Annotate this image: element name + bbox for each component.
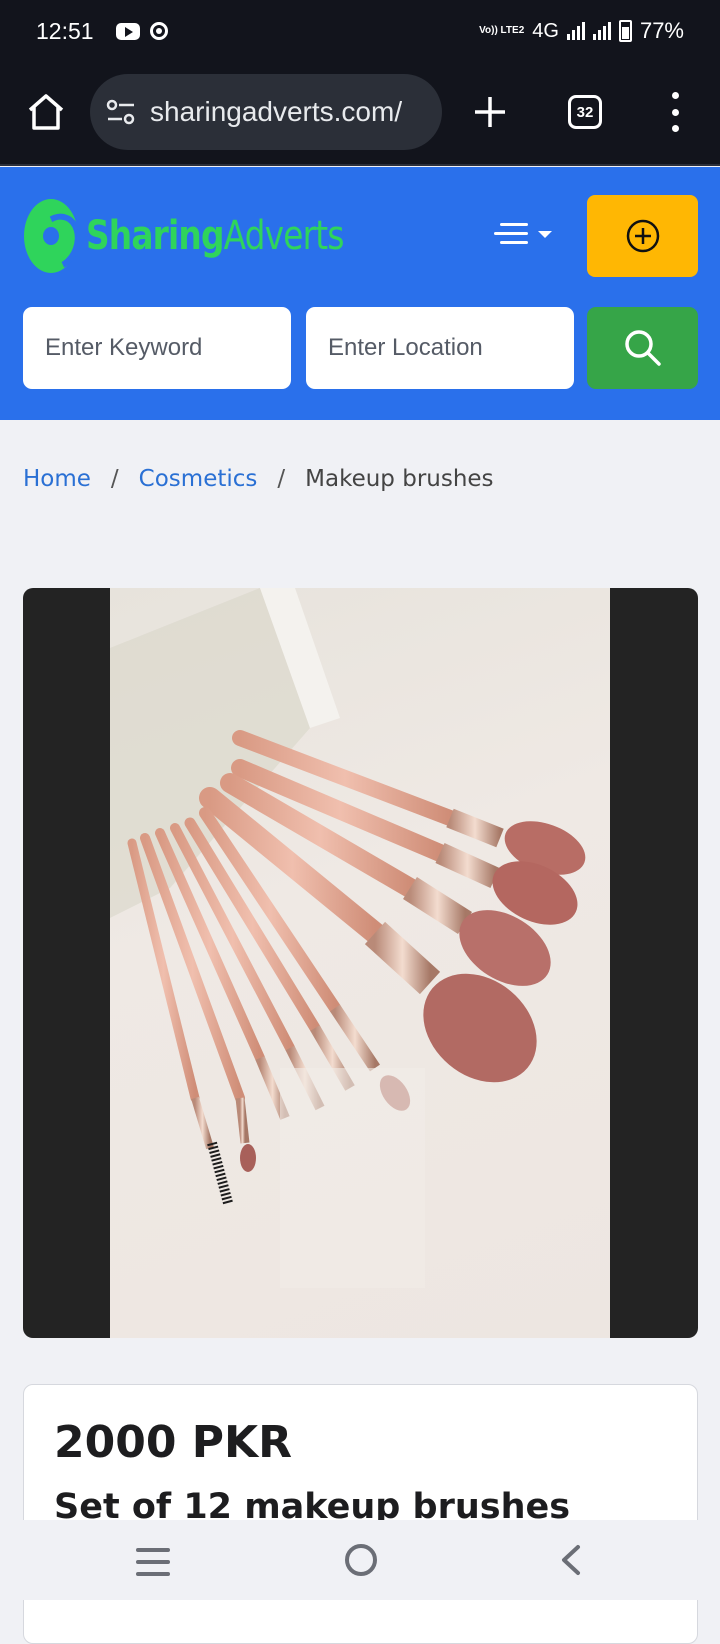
nav-menu-toggle[interactable] bbox=[494, 219, 560, 249]
breadcrumb-separator: / bbox=[110, 466, 119, 492]
overflow-menu-icon[interactable] bbox=[665, 92, 685, 132]
product-photo[interactable] bbox=[110, 588, 610, 1338]
battery-icon bbox=[618, 20, 632, 42]
network-type: 4G bbox=[532, 19, 559, 42]
breadcrumb: Home / Cosmetics / Makeup brushes bbox=[23, 466, 494, 492]
logo-icon bbox=[24, 199, 78, 273]
notification-icons bbox=[115, 22, 168, 40]
back-icon[interactable] bbox=[556, 1544, 586, 1576]
status-indicators: Vo)) LTE2 4G 77% bbox=[479, 18, 684, 44]
site-settings-icon[interactable] bbox=[106, 99, 136, 125]
battery-percent: 77% bbox=[639, 18, 684, 43]
tab-switcher-button[interactable]: 32 bbox=[568, 95, 602, 129]
chevron-down-icon bbox=[538, 230, 552, 238]
signal-icon bbox=[566, 22, 585, 40]
logo-text: SharingAdverts bbox=[86, 213, 344, 259]
keyword-input[interactable] bbox=[23, 307, 291, 389]
youtube-icon bbox=[115, 22, 140, 40]
browser-toolbar: sharingadverts.com/ 32 bbox=[0, 62, 720, 166]
search-button[interactable] bbox=[587, 307, 698, 389]
logo-text-bold: Sharing bbox=[86, 213, 224, 259]
status-bar: 12:51 Vo)) LTE2 4G 77% bbox=[0, 0, 720, 62]
system-home-icon[interactable] bbox=[345, 1544, 377, 1576]
address-bar[interactable]: sharingadverts.com/ bbox=[90, 74, 442, 150]
status-time: 12:51 bbox=[36, 17, 94, 44]
recent-apps-icon[interactable] bbox=[136, 1548, 170, 1576]
location-input[interactable] bbox=[306, 307, 574, 389]
new-tab-icon[interactable] bbox=[470, 92, 510, 132]
chrome-icon bbox=[149, 22, 168, 40]
search-icon bbox=[624, 330, 661, 366]
home-icon[interactable] bbox=[24, 90, 68, 134]
site-header: SharingAdverts bbox=[0, 167, 720, 420]
breadcrumb-home[interactable]: Home bbox=[23, 466, 91, 492]
breadcrumb-separator: / bbox=[277, 466, 286, 492]
url-text[interactable]: sharingadverts.com/ bbox=[150, 96, 402, 128]
breadcrumb-current: Makeup brushes bbox=[305, 466, 494, 492]
post-ad-button[interactable] bbox=[587, 195, 698, 277]
listing-details-card: 2000 PKR Set of 12 makeup brushes bbox=[23, 1384, 698, 1644]
product-gallery[interactable] bbox=[23, 588, 698, 1338]
plus-circle-icon bbox=[626, 219, 659, 253]
system-nav-bar bbox=[0, 1520, 720, 1600]
listing-price: 2000 PKR bbox=[54, 1417, 293, 1468]
signal-icon-2 bbox=[592, 22, 611, 40]
site-logo[interactable]: SharingAdverts bbox=[24, 199, 400, 273]
makeup-brushes-illustration bbox=[110, 588, 586, 1288]
hamburger-icon bbox=[494, 223, 528, 245]
volte-indicator: Vo)) LTE2 bbox=[479, 25, 525, 36]
logo-text-light: Adverts bbox=[223, 213, 345, 259]
breadcrumb-category[interactable]: Cosmetics bbox=[139, 466, 258, 492]
